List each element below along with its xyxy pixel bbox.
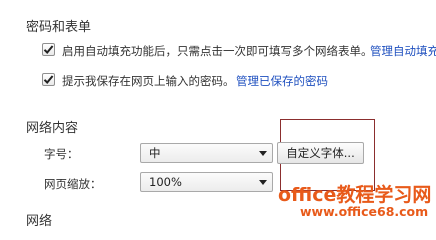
dropdown-arrow-icon (259, 180, 267, 185)
checkmark-icon (43, 75, 54, 84)
passwords-forms-section-title: 密码和表单 (26, 20, 92, 35)
font-size-selected-value: 中 (149, 146, 161, 160)
watermark-url: www.office68.com (300, 204, 429, 219)
autofill-setting-text: 启用自动填充功能后，只需点击一次即可填写多个网络表单。 (62, 44, 373, 58)
page-zoom-select[interactable]: 100% (140, 172, 273, 192)
page-zoom-label: 网页缩放： (44, 177, 102, 191)
manage-autofill-link[interactable]: 管理自动填充 (370, 43, 436, 59)
watermark-title: office教程学习网 (278, 184, 432, 206)
save-passwords-setting-text: 提示我保存在网页上输入的密码。 (62, 74, 235, 88)
font-size-label: 字号： (44, 147, 79, 161)
network-section-title: 网络 (26, 214, 53, 229)
checkmark-icon (43, 45, 54, 54)
font-size-select[interactable]: 中 (140, 143, 273, 163)
save-passwords-checkbox[interactable] (42, 73, 55, 86)
autofill-checkbox[interactable] (42, 43, 55, 56)
manage-saved-passwords-link[interactable]: 管理已保存的密码 (236, 73, 328, 89)
dropdown-arrow-icon (259, 151, 267, 156)
customize-fonts-button[interactable]: 自定义字体... (277, 142, 364, 164)
web-content-section-title: 网络内容 (26, 121, 79, 136)
page-zoom-selected-value: 100% (149, 175, 182, 189)
